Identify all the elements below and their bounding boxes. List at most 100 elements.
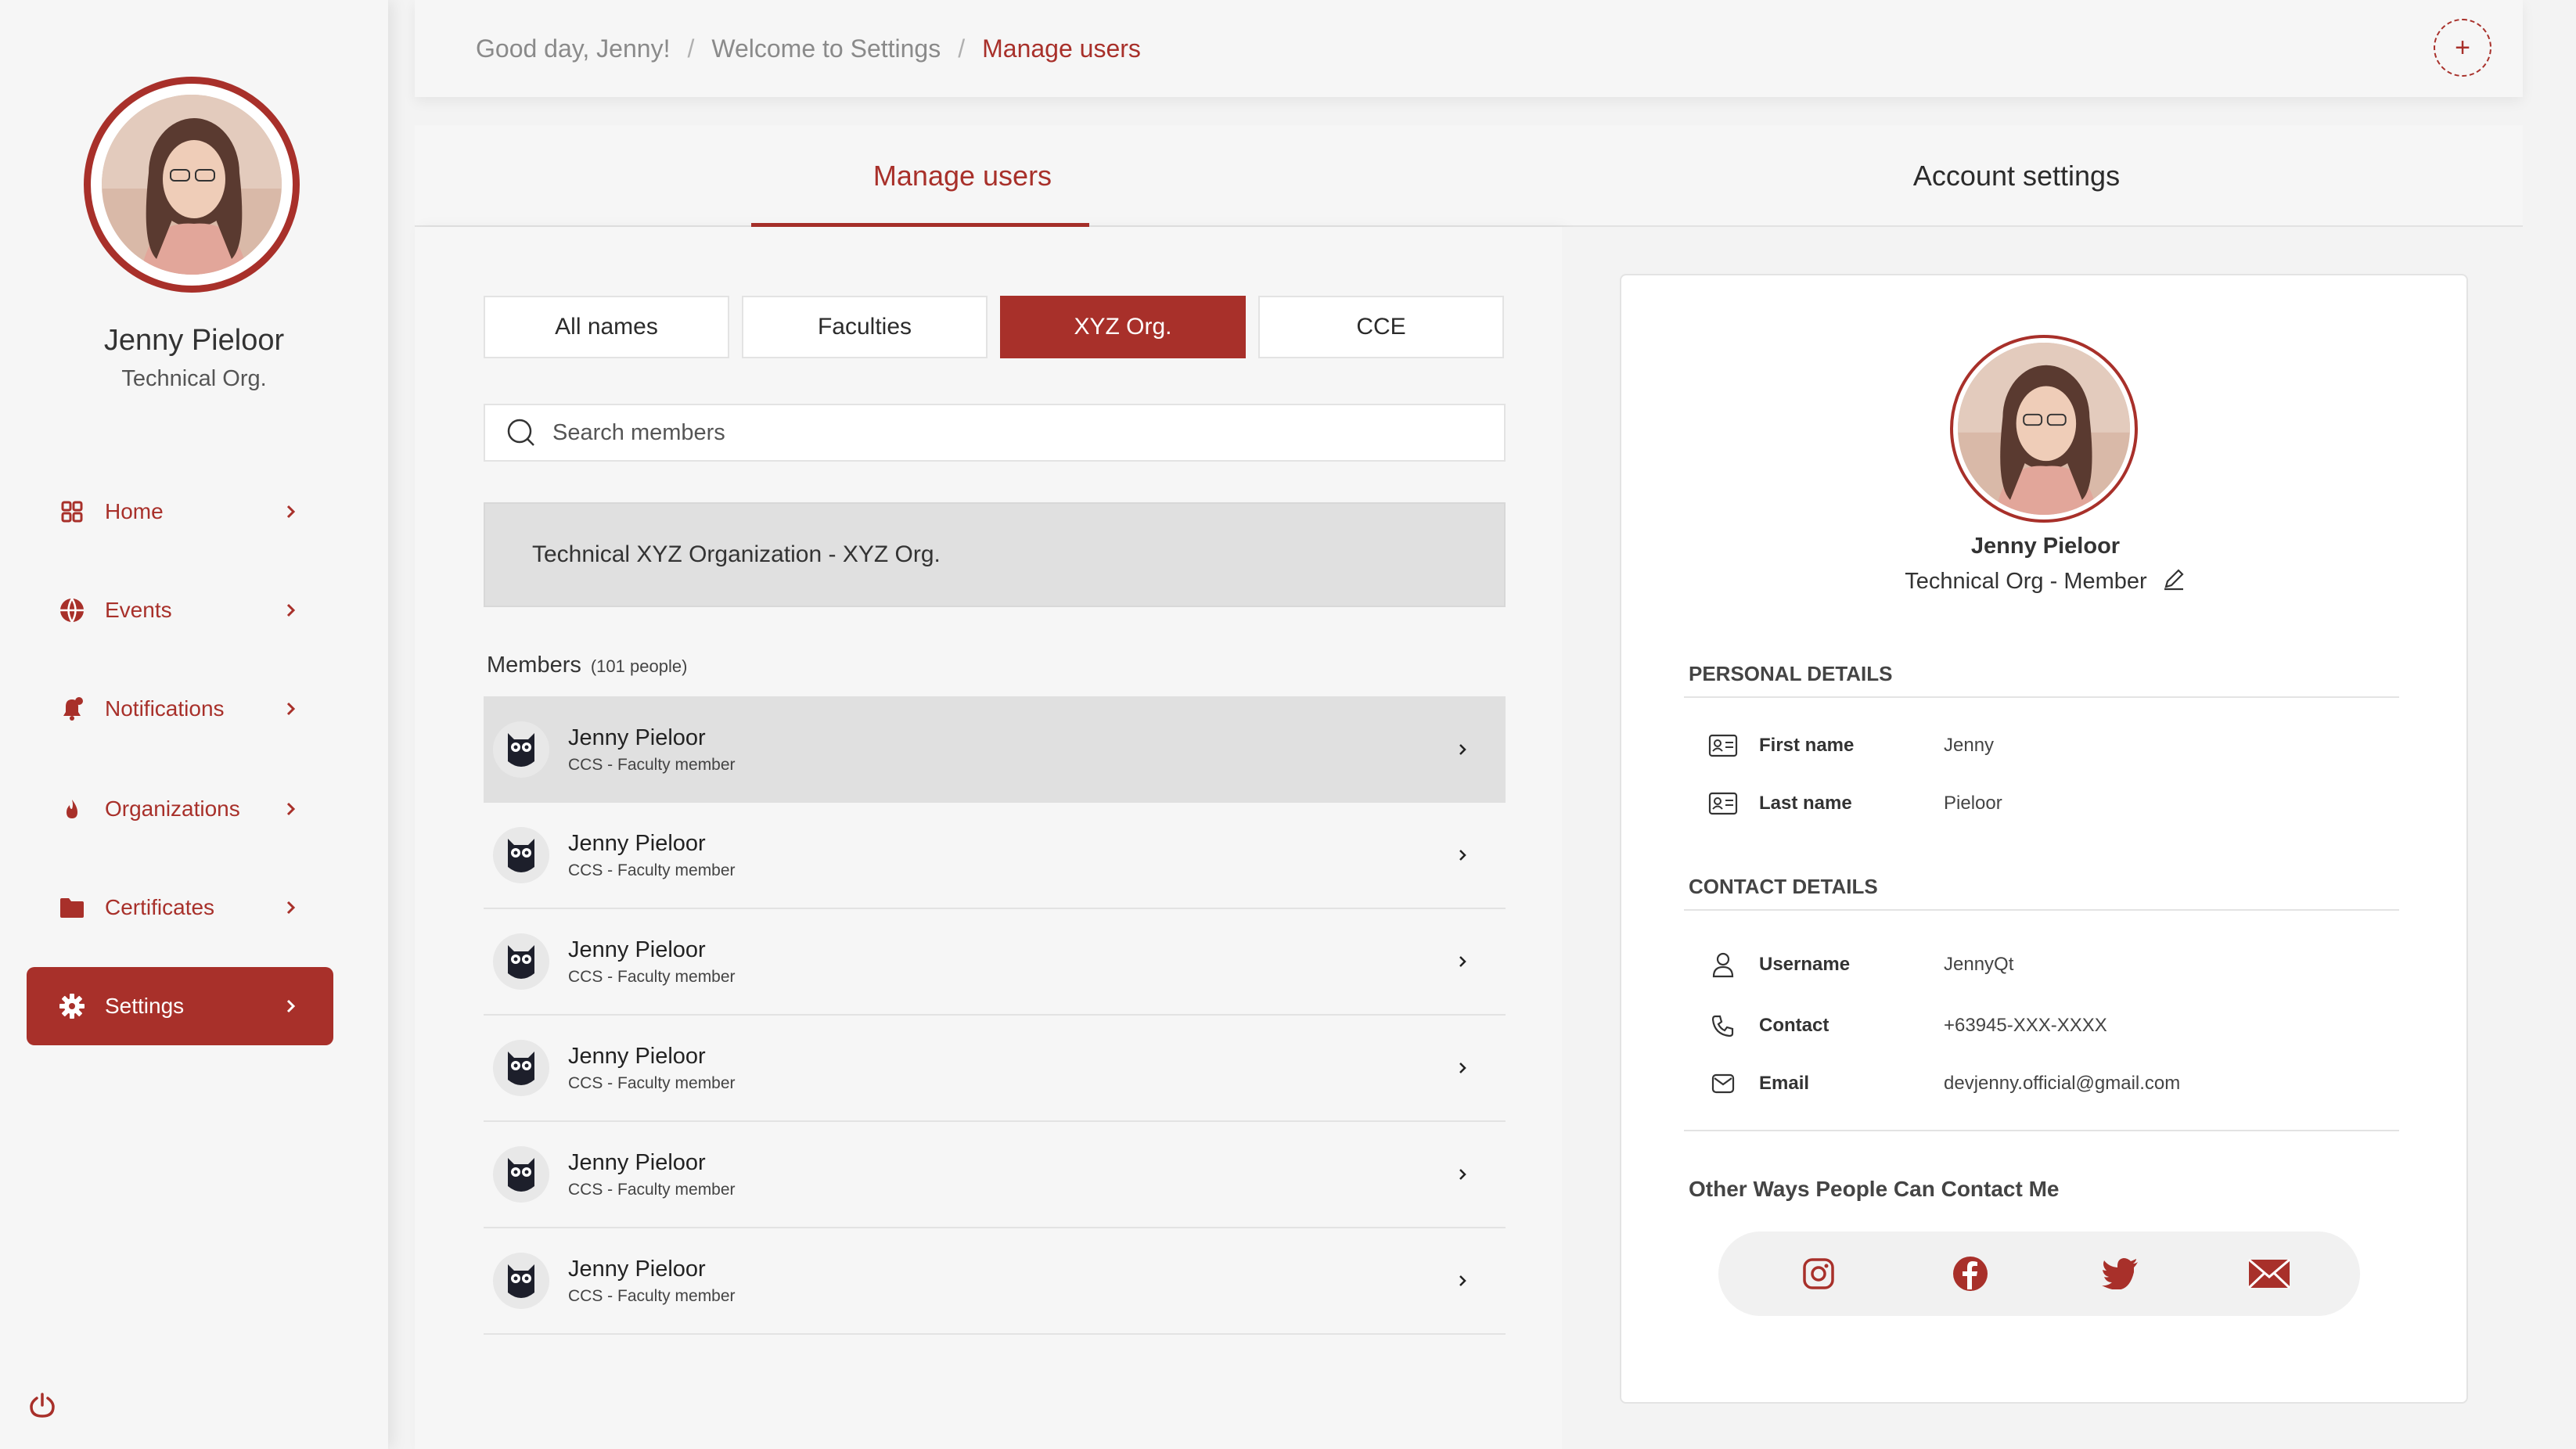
member-row[interactable]: Jenny Pieloor CCS - Faculty member bbox=[484, 696, 1506, 803]
profile-org: Technical Org. bbox=[121, 366, 267, 391]
profile-name: Jenny Pieloor bbox=[103, 324, 285, 357]
member-role: CCS - Faculty member bbox=[568, 967, 736, 986]
detail-role: Technical Org - Member bbox=[1905, 569, 2147, 594]
nav-item-home[interactable]: Home bbox=[27, 473, 333, 551]
personal-details-title: PERSONAL DETAILS bbox=[1689, 662, 1893, 685]
avatar-photo bbox=[102, 95, 282, 275]
twitter-icon[interactable] bbox=[2099, 1252, 2142, 1296]
contact-details-title: CONTACT DETAILS bbox=[1689, 875, 1878, 898]
chevron-right-icon bbox=[279, 896, 302, 919]
chevron-right-icon bbox=[1451, 843, 1474, 867]
folder-icon bbox=[56, 892, 88, 923]
member-row[interactable]: Jenny Pieloor CCS - Faculty member bbox=[484, 1228, 1506, 1335]
search-field[interactable] bbox=[484, 404, 1506, 462]
nav-item-settings[interactable]: Settings bbox=[27, 967, 333, 1045]
divider bbox=[1684, 696, 2399, 698]
chevron-right-icon bbox=[279, 500, 302, 523]
detail-avatar bbox=[1950, 335, 2138, 523]
breadcrumb-separator: / bbox=[958, 34, 966, 63]
last-name-label: Last name bbox=[1759, 793, 1852, 814]
nav-label: Organizations bbox=[105, 796, 240, 821]
member-row[interactable]: Jenny Pieloor CCS - Faculty member bbox=[484, 1016, 1506, 1122]
plus-icon: + bbox=[2455, 32, 2470, 63]
main-tabs: Manage users Account settings bbox=[415, 125, 2523, 227]
user-icon bbox=[1707, 949, 1739, 980]
chevron-right-icon bbox=[279, 797, 302, 821]
chevron-right-icon bbox=[279, 994, 302, 1018]
profile-avatar[interactable] bbox=[84, 77, 300, 293]
first-name-label: First name bbox=[1759, 735, 1855, 756]
social-links-bar bbox=[1718, 1231, 2360, 1316]
org-banner: Technical XYZ Organization - XYZ Org. bbox=[484, 502, 1506, 607]
member-name: Jenny Pieloor bbox=[568, 937, 706, 962]
nav-item-certificates[interactable]: Certificates bbox=[27, 868, 333, 947]
detail-name: Jenny Pieloor bbox=[1970, 534, 2121, 559]
nav-item-organizations[interactable]: Organizations bbox=[27, 770, 333, 848]
member-row[interactable]: Jenny Pieloor CCS - Faculty member bbox=[484, 909, 1506, 1016]
detail-row-username: Username JennyQt bbox=[1707, 945, 2412, 984]
sidebar: Jenny Pieloor Technical Org. Home Events… bbox=[0, 0, 388, 1449]
email-value[interactable]: devjenny.official@gmail.com bbox=[1944, 1073, 2180, 1095]
member-info: Jenny Pieloor CCS - Faculty member bbox=[568, 1257, 1451, 1306]
breadcrumb-separator: / bbox=[687, 34, 695, 63]
mail-icon[interactable] bbox=[2247, 1252, 2291, 1296]
first-name-value: Jenny bbox=[1944, 735, 1995, 756]
grid-icon bbox=[56, 496, 88, 527]
phone-icon bbox=[1707, 1010, 1739, 1041]
instagram-icon[interactable] bbox=[1797, 1252, 1840, 1296]
tab-manage-users[interactable]: Manage users bbox=[415, 125, 1510, 227]
search-icon bbox=[505, 417, 537, 448]
breadcrumb: Good day, Jenny! / Welcome to Settings /… bbox=[476, 34, 1141, 63]
nav-item-events[interactable]: Events bbox=[27, 571, 333, 649]
member-detail-card: Jenny Pieloor Technical Org - Member PER… bbox=[1620, 274, 2468, 1404]
member-name: Jenny Pieloor bbox=[568, 1149, 706, 1175]
member-info: Jenny Pieloor CCS - Faculty member bbox=[568, 1044, 1451, 1093]
chevron-right-icon bbox=[1451, 738, 1474, 761]
filter-tab-cce[interactable]: CCE bbox=[1258, 296, 1504, 358]
manage-users-panel: All names Faculties XYZ Org. CCE Technic… bbox=[415, 227, 1562, 1449]
globe-icon bbox=[56, 595, 88, 626]
chevron-right-icon bbox=[1451, 1056, 1474, 1080]
owl-avatar-icon bbox=[493, 1146, 549, 1203]
member-row[interactable]: Jenny Pieloor CCS - Faculty member bbox=[484, 1122, 1506, 1228]
username-label: Username bbox=[1759, 954, 1851, 975]
facebook-icon[interactable] bbox=[1948, 1252, 1992, 1296]
edit-icon[interactable] bbox=[2161, 566, 2186, 591]
owl-avatar-icon bbox=[493, 933, 549, 990]
add-button[interactable]: + bbox=[2434, 19, 2491, 77]
breadcrumb-item[interactable]: Welcome to Settings bbox=[711, 34, 941, 63]
filter-tab-faculties[interactable]: Faculties bbox=[742, 296, 988, 358]
owl-avatar-icon bbox=[493, 1040, 549, 1096]
nav-item-notifications[interactable]: Notifications bbox=[27, 670, 333, 748]
detail-row-first-name: First name Jenny bbox=[1707, 726, 2412, 765]
member-row[interactable]: Jenny Pieloor CCS - Faculty member bbox=[484, 803, 1506, 909]
member-name: Jenny Pieloor bbox=[568, 1256, 706, 1282]
contact-label: Contact bbox=[1759, 1015, 1829, 1036]
detail-row-last-name: Last name Pieloor bbox=[1707, 784, 2412, 823]
member-info: Jenny Pieloor CCS - Faculty member bbox=[568, 725, 1451, 775]
search-input[interactable] bbox=[552, 419, 1504, 446]
username-value: JennyQt bbox=[1944, 954, 2014, 975]
detail-row-email: Email devjenny.official@gmail.com bbox=[1707, 1064, 2412, 1103]
filter-tab-all-names[interactable]: All names bbox=[484, 296, 729, 358]
members-label: Members bbox=[487, 653, 581, 678]
divider bbox=[1684, 1130, 2399, 1131]
detail-role-line: Technical Org - Member bbox=[1621, 566, 2470, 595]
flame-icon bbox=[56, 793, 88, 825]
id-card-icon bbox=[1707, 788, 1739, 819]
email-label: Email bbox=[1759, 1073, 1810, 1094]
tab-account-settings[interactable]: Account settings bbox=[1510, 125, 2523, 227]
members-heading: Members (101 people) bbox=[487, 653, 687, 678]
breadcrumb-item[interactable]: Good day, Jenny! bbox=[476, 34, 670, 63]
other-contact-title: Other Ways People Can Contact Me bbox=[1689, 1177, 2060, 1201]
owl-avatar-icon bbox=[493, 827, 549, 883]
power-icon[interactable] bbox=[28, 1391, 59, 1422]
filter-tab-xyz-org[interactable]: XYZ Org. bbox=[1000, 296, 1246, 358]
member-name: Jenny Pieloor bbox=[568, 724, 706, 750]
divider bbox=[1684, 909, 2399, 911]
envelope-icon bbox=[1707, 1068, 1739, 1099]
chevron-right-icon bbox=[279, 697, 302, 721]
contact-value: +63945-XXX-XXXX bbox=[1944, 1015, 2107, 1036]
chevron-right-icon bbox=[1451, 1163, 1474, 1186]
detail-row-contact: Contact +63945-XXX-XXXX bbox=[1707, 1006, 2412, 1045]
